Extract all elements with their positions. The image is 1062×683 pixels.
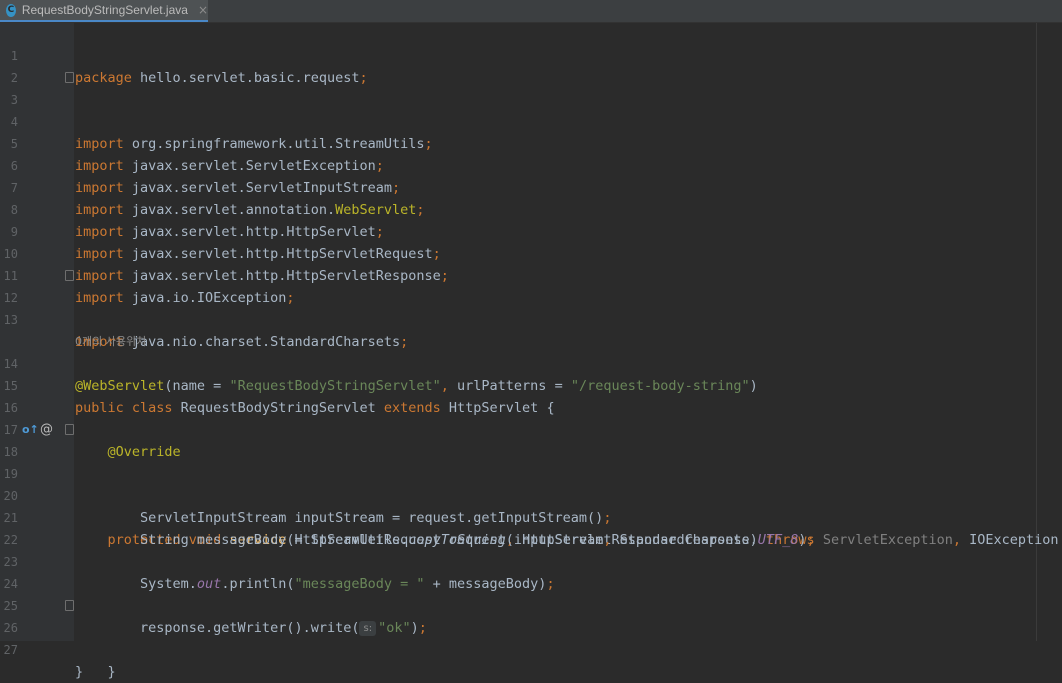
code-line: 4 (0, 89, 1062, 129)
fold-marker-icon[interactable] (65, 424, 74, 435)
code-line: 23 System.out.println("messageBody = " +… (0, 529, 1062, 592)
tab-request-body-string-servlet[interactable]: C RequestBodyStringServlet.java × (0, 0, 208, 22)
code-line: 10 import javax.servlet.http.HttpServlet… (0, 221, 1062, 284)
java-class-icon: C (6, 3, 16, 17)
code-line: 7 import javax.servlet.annotation.WebSer… (0, 155, 1062, 218)
code-line: 26 } (0, 595, 1062, 680)
code-line: 21 String messageBody = StreamUtils.copy… (0, 485, 1062, 548)
code-line: 12 import java.nio.charset.StandardChars… (0, 265, 1062, 350)
fold-marker-icon[interactable] (65, 600, 74, 611)
code-line: 15 public class RequestBodyStringServlet… (0, 353, 1062, 416)
override-method-icon[interactable]: o↑ (22, 424, 39, 435)
code-line: 27 } (0, 617, 1062, 680)
editor-tab-bar: C RequestBodyStringServlet.java × (0, 0, 1062, 23)
tab-title: RequestBodyStringServlet.java (21, 3, 188, 17)
code-line: 22 (0, 507, 1062, 547)
code-line: 2 (0, 45, 1062, 85)
code-line: 24 (0, 551, 1062, 591)
code-line: 3 import org.springframework.util.Stream… (0, 67, 1062, 152)
code-line: 17 @Override (0, 397, 1062, 460)
code-text: } (75, 664, 84, 680)
code-line: 16 (0, 375, 1062, 415)
code-line: 19 (0, 441, 1062, 481)
code-line: 5 import javax.servlet.ServletException; (0, 111, 1062, 174)
annotation-gutter-icon[interactable]: @ (40, 419, 53, 441)
line-number: 27 (3, 643, 18, 657)
code-line: 8 import javax.servlet.http.HttpServlet; (0, 177, 1062, 240)
code-line: 9 import javax.servlet.http.HttpServletR… (0, 199, 1062, 262)
code-line: 14 @WebServlet(name = "RequestBodyString… (0, 331, 1062, 394)
code-line: 11 import java.io.IOException; (0, 243, 1062, 306)
code-line: 20 ServletInputStream inputStream = requ… (0, 463, 1062, 526)
code-line: 1 package hello.servlet.basic.request; (0, 23, 1062, 86)
fold-marker-icon[interactable] (65, 270, 74, 281)
code-line: 6 import javax.servlet.ServletInputStrea… (0, 133, 1062, 196)
usages-inlay-row: 0개의 사용위치 (0, 309, 1062, 348)
fold-marker-icon[interactable] (65, 72, 74, 83)
code-line: 13 (0, 287, 1062, 327)
code-line: 25 response.getWriter().write(s: "ok"); (0, 573, 1062, 636)
close-icon[interactable]: × (198, 3, 208, 17)
code-line: 18 o↑ @ protected void service(HttpServl… (0, 419, 1062, 548)
